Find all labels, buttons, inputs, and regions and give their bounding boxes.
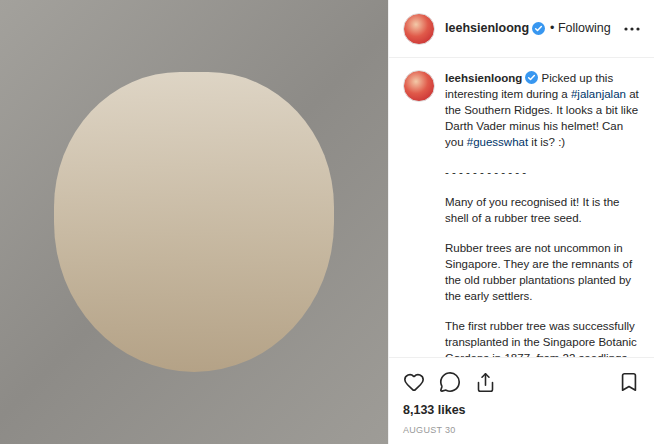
verified-badge-icon	[532, 22, 545, 35]
save-bookmark-icon[interactable]	[618, 371, 640, 393]
following-label[interactable]: • Following	[550, 19, 611, 38]
more-options-icon[interactable]	[624, 27, 640, 31]
caption-username[interactable]: leehsienloong	[445, 72, 522, 84]
likes-count[interactable]: 8,133 likes	[403, 402, 640, 418]
caption-paragraph: leehsienloong Picked up this interesting…	[445, 70, 640, 150]
post-date: AUGUST 30	[403, 424, 640, 436]
seed-shell-shape	[54, 72, 334, 372]
instagram-post: leehsienloong • Following leehsienloong Pi…	[0, 0, 654, 444]
caption-paragraph: The first rubber tree was successfully t…	[445, 318, 640, 357]
share-icon[interactable]	[475, 372, 496, 393]
post-header: leehsienloong • Following	[389, 0, 654, 58]
verified-badge-icon	[525, 71, 538, 84]
like-heart-icon[interactable]	[403, 371, 425, 393]
post-panel: leehsienloong • Following leehsienloong Pi…	[388, 0, 654, 444]
caption-paragraph: Many of you recognised it! It is the she…	[445, 194, 640, 226]
hashtag[interactable]: #guesswhat	[467, 136, 528, 148]
header-username[interactable]: leehsienloong	[445, 19, 529, 38]
caption-text: leehsienloong Picked up this interesting…	[445, 70, 640, 357]
post-footer: 8,133 likes AUGUST 30	[389, 357, 654, 444]
avatar[interactable]	[403, 13, 435, 45]
caption-paragraph: Rubber trees are not uncommon in Singapo…	[445, 240, 640, 304]
caption-paragraph: - - - - - - - - - - - -	[445, 164, 640, 180]
caption-area: leehsienloong Picked up this interesting…	[389, 58, 654, 357]
comment-icon[interactable]	[439, 371, 461, 393]
hashtag[interactable]: #jalanjalan	[571, 88, 626, 100]
avatar[interactable]	[403, 70, 435, 102]
action-bar	[403, 366, 640, 398]
post-photo	[0, 0, 388, 444]
